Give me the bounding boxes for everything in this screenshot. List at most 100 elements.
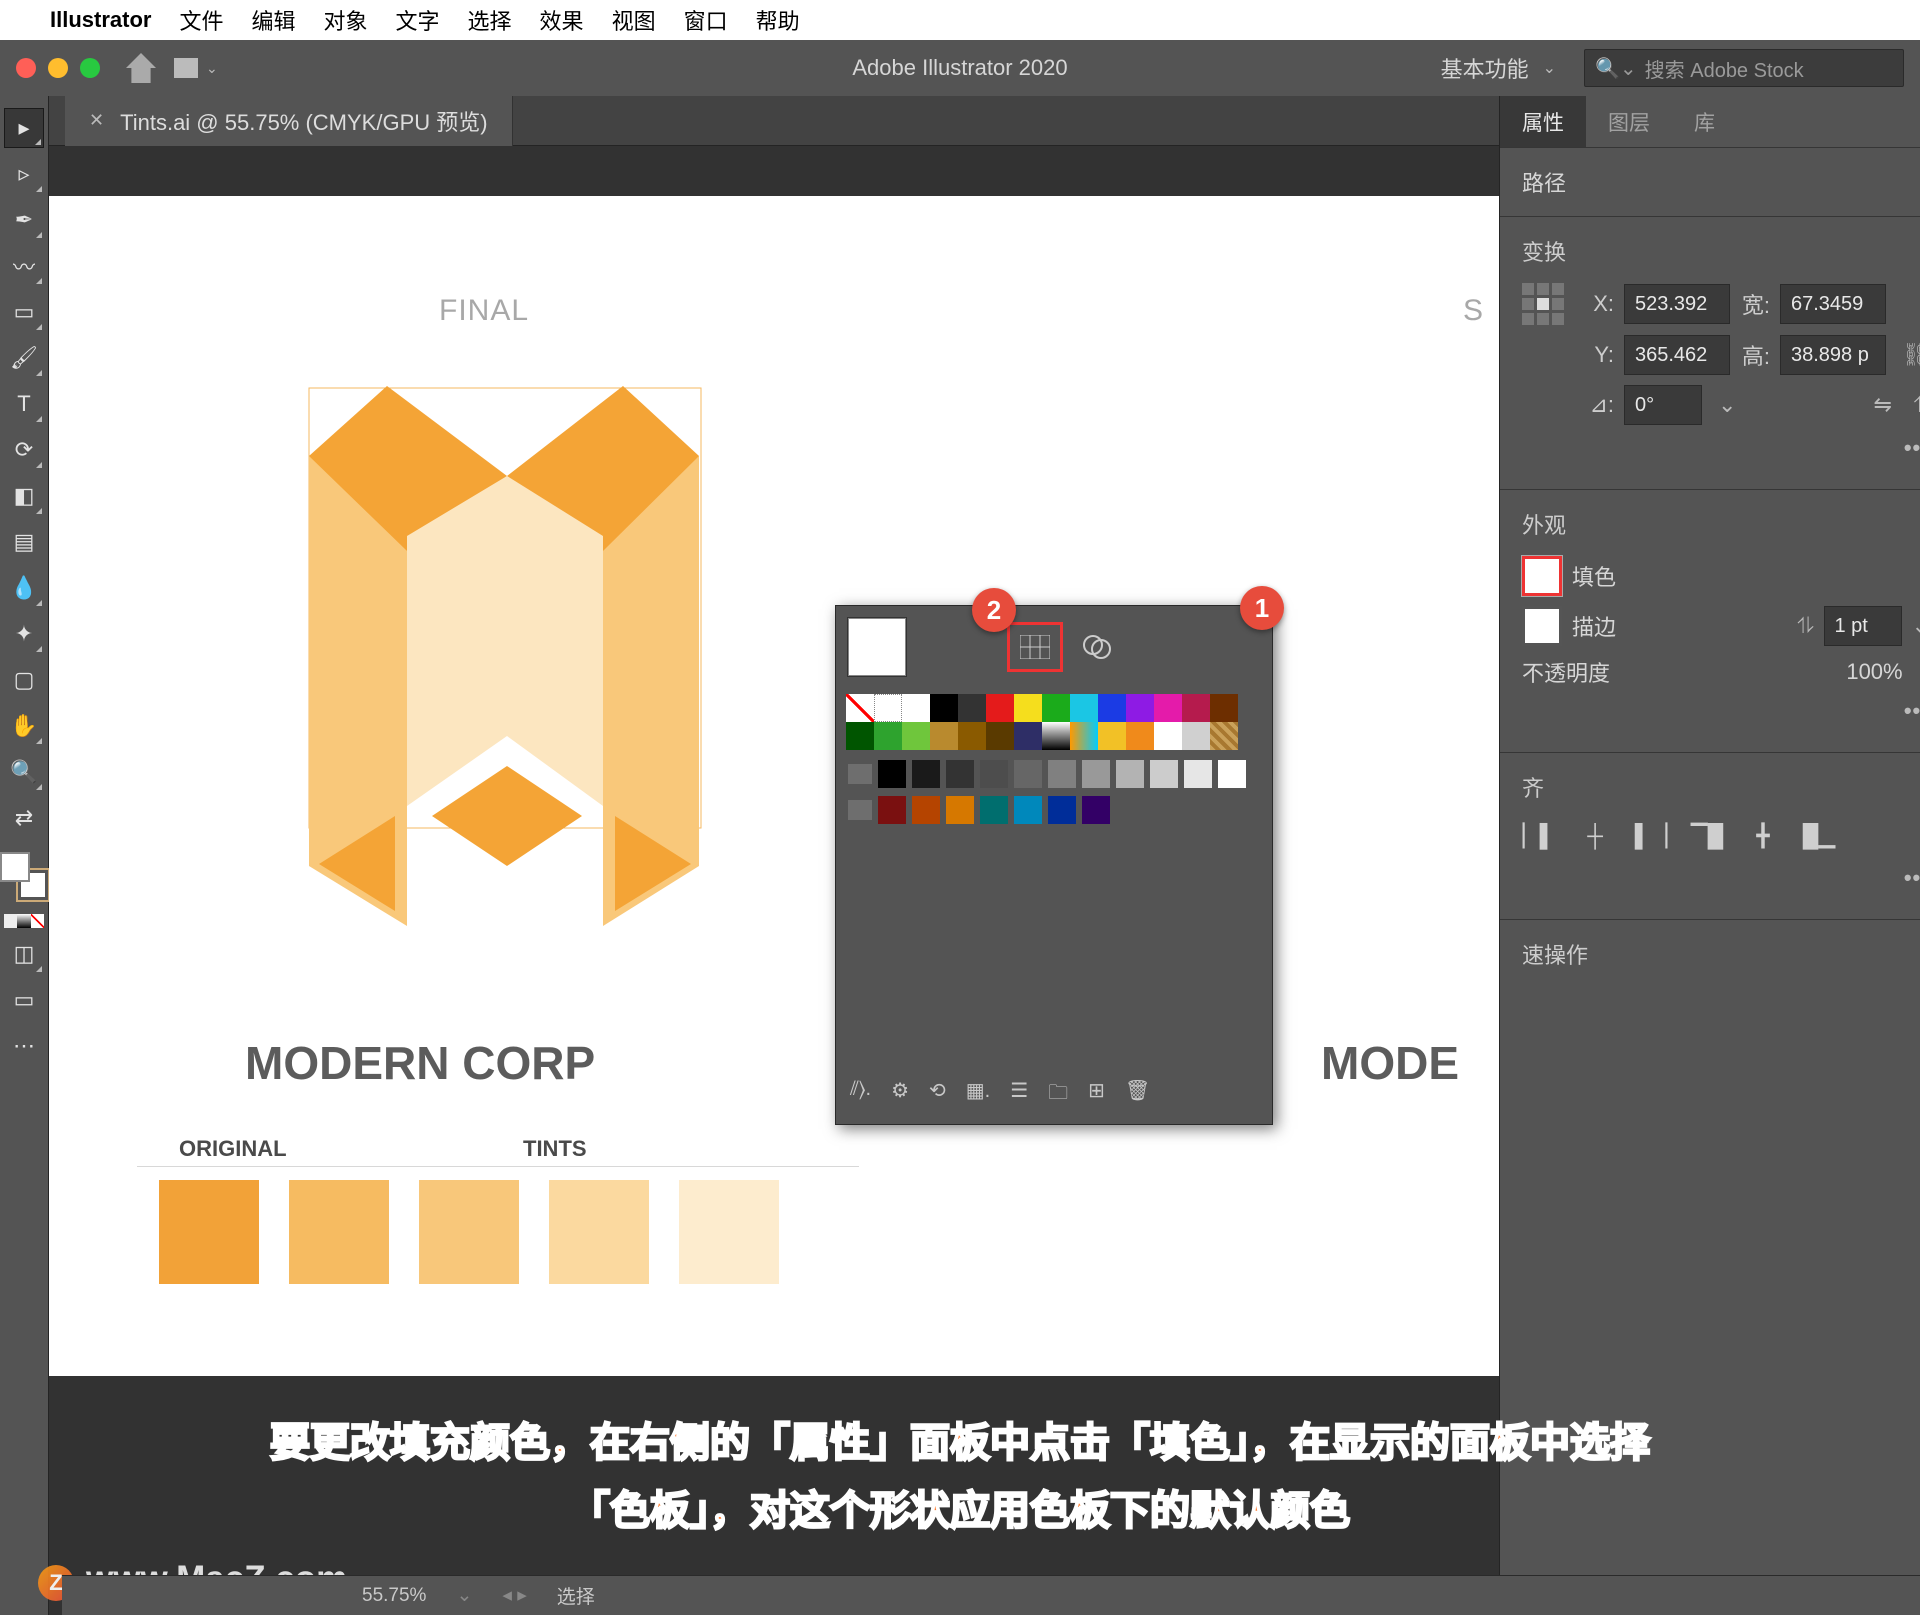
swatch[interactable] (1098, 694, 1126, 722)
swatch[interactable] (1126, 694, 1154, 722)
swatch[interactable] (1014, 694, 1042, 722)
swatch[interactable] (986, 722, 1014, 750)
type-tool[interactable]: T (4, 384, 44, 424)
swatch[interactable] (1116, 760, 1144, 788)
pen-tool[interactable]: ✒ (4, 200, 44, 240)
registration-swatch[interactable] (874, 694, 902, 722)
home-icon[interactable] (126, 53, 156, 83)
menu-help[interactable]: 帮助 (756, 4, 800, 36)
swatch[interactable] (1210, 694, 1238, 722)
curvature-tool[interactable]: 〰 (4, 246, 44, 286)
reference-point-icon[interactable] (1522, 283, 1564, 325)
stroke-dropdown-icon[interactable]: ⌄ (1912, 613, 1920, 639)
folder-icon[interactable] (848, 800, 872, 820)
eraser-tool[interactable]: ◧ (4, 476, 44, 516)
eyedropper-tool[interactable]: 💧 (4, 568, 44, 608)
align-top-icon[interactable]: ▔█ (1690, 819, 1724, 853)
flip-h-icon[interactable]: ⇋ (1874, 392, 1892, 418)
direct-selection-tool[interactable]: ▹ (4, 154, 44, 194)
fill-swatch[interactable] (0, 852, 30, 882)
swatch[interactable] (1182, 694, 1210, 722)
align-bottom-icon[interactable]: █▁ (1802, 819, 1836, 853)
more-options-icon[interactable]: ••• (1904, 435, 1920, 461)
swatch-menu-icon[interactable]: ⚙ (891, 1078, 909, 1112)
close-tab-icon[interactable]: ✕ (89, 110, 104, 131)
swatch[interactable] (1048, 760, 1076, 788)
fill-color-button[interactable] (1522, 556, 1562, 596)
stroke-stepper-icon[interactable]: ⥮ (1798, 613, 1814, 639)
swatch[interactable] (946, 796, 974, 824)
swatch[interactable] (902, 694, 930, 722)
gradient-swatch[interactable] (1070, 722, 1098, 750)
menu-file[interactable]: 文件 (179, 4, 223, 36)
w-field[interactable] (1780, 284, 1886, 324)
new-group-icon[interactable]: 🗀 (1048, 1078, 1068, 1112)
swatch[interactable] (1154, 694, 1182, 722)
swatch[interactable] (1218, 760, 1246, 788)
stroke-color-button[interactable] (1522, 606, 1562, 646)
swatch[interactable] (1126, 722, 1154, 750)
more-appearance-icon[interactable]: ••• (1904, 698, 1920, 724)
new-swatch-icon[interactable]: ⊞ (1088, 1078, 1105, 1112)
color-mode-icons[interactable] (4, 914, 44, 928)
swatch[interactable] (986, 694, 1014, 722)
swatch[interactable] (946, 760, 974, 788)
menu-effect[interactable]: 效果 (540, 4, 584, 36)
hand-tool[interactable]: ✋ (4, 706, 44, 746)
swatch[interactable] (1154, 722, 1182, 750)
zoom-tool[interactable]: 🔍 (4, 752, 44, 792)
swatch[interactable] (980, 796, 1008, 824)
toggle-fill-stroke-icon[interactable]: ⇄ (4, 798, 44, 838)
arrange-docs-icon[interactable] (174, 58, 198, 78)
pattern-swatch[interactable] (1210, 722, 1238, 750)
stroke-weight-field[interactable] (1824, 606, 1902, 646)
rotate-field[interactable] (1624, 385, 1702, 425)
x-field[interactable] (1624, 284, 1730, 324)
swatch[interactable] (874, 722, 902, 750)
y-field[interactable] (1624, 335, 1730, 375)
flip-v-icon[interactable]: ⥮ (1914, 392, 1920, 418)
app-name[interactable]: Illustrator (50, 7, 151, 33)
swatch[interactable] (1184, 760, 1212, 788)
fill-stroke-indicator[interactable] (0, 852, 48, 900)
close-window-icon[interactable] (16, 58, 36, 78)
swatch-kind-icon[interactable]: ⟲ (929, 1078, 946, 1112)
swatch-list-icon[interactable]: ☰ (1010, 1078, 1028, 1112)
swatch[interactable] (1082, 760, 1110, 788)
rotate-dropdown-icon[interactable]: ⌄ (1718, 392, 1736, 418)
swatch[interactable] (878, 760, 906, 788)
paintbrush-tool[interactable]: 🖌 (4, 338, 44, 378)
selection-tool[interactable]: ▸ (4, 108, 44, 148)
align-right-icon[interactable]: ▌▕ (1634, 819, 1668, 853)
delete-swatch-icon[interactable]: 🗑 (1125, 1078, 1150, 1112)
swatch[interactable] (1182, 722, 1210, 750)
document-tab[interactable]: ✕ Tints.ai @ 55.75% (CMYK/GPU 预览) (65, 96, 513, 146)
zoom-level[interactable]: 55.75% (362, 1585, 426, 1607)
swatch[interactable] (1150, 760, 1178, 788)
swatch[interactable] (912, 796, 940, 824)
swatch[interactable] (1082, 796, 1110, 824)
arrange-docs-dropdown-icon[interactable]: ⌄ (206, 60, 218, 77)
swatch[interactable] (878, 796, 906, 824)
align-left-icon[interactable]: ▏▌ (1522, 819, 1556, 853)
swatch[interactable] (930, 722, 958, 750)
zoom-window-icon[interactable] (80, 58, 100, 78)
canvas[interactable]: FINAL S MODERN CORP MODE ORIGINAL (49, 146, 1499, 1615)
minimize-window-icon[interactable] (48, 58, 68, 78)
swatch[interactable] (958, 722, 986, 750)
swatch[interactable] (1098, 722, 1126, 750)
current-fill-swatch[interactable] (848, 618, 906, 676)
more-align-icon[interactable]: ••• (1904, 865, 1920, 891)
none-swatch[interactable] (846, 694, 874, 722)
swatch[interactable] (958, 694, 986, 722)
swatch[interactable] (912, 760, 940, 788)
swatch[interactable] (980, 760, 1008, 788)
color-mixer-button[interactable] (1072, 625, 1122, 669)
align-hcenter-icon[interactable]: ┼ (1578, 819, 1612, 853)
opacity-value[interactable]: 100% (1846, 659, 1902, 685)
swatch[interactable] (1014, 722, 1042, 750)
swatch[interactable] (1014, 796, 1042, 824)
swatch-options-icon[interactable]: ▦. (966, 1078, 990, 1112)
swatch[interactable] (930, 694, 958, 722)
menu-type[interactable]: 文字 (396, 4, 440, 36)
